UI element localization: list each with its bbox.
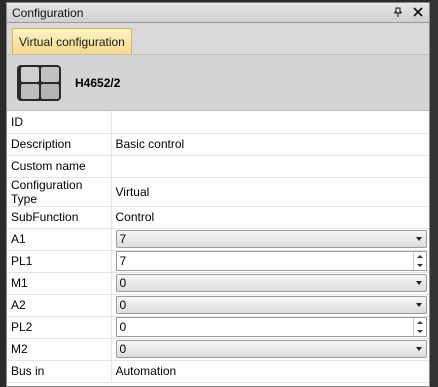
property-value-cell: 7: [111, 250, 429, 273]
property-value-cell: 0: [111, 316, 429, 339]
number-stepper[interactable]: 7: [115, 251, 427, 271]
dropdown-value: 7: [119, 232, 127, 246]
property-dropdown[interactable]: 0: [115, 340, 427, 358]
property-row: A1 7: [7, 228, 429, 251]
properties-table: ID Description Basic control Custom name Con…: [7, 111, 429, 383]
property-dropdown[interactable]: 7: [115, 230, 427, 248]
tab-strip: Virtual configuration: [7, 23, 429, 55]
side-border: [430, 0, 438, 387]
number-stepper[interactable]: 0: [115, 317, 427, 337]
property-key: PL2: [7, 316, 112, 339]
panel-titlebar: Configuration: [7, 3, 429, 23]
arrow-down-icon: [417, 264, 423, 267]
property-key: Configuration Type: [7, 177, 112, 207]
property-key: SubFunction: [7, 206, 112, 229]
property-key: M2: [7, 338, 112, 361]
panel-title: Configuration: [12, 5, 84, 20]
property-row: Bus in Automation: [7, 360, 429, 383]
arrow-down-icon: [417, 330, 423, 333]
property-value-cell: 0: [111, 294, 429, 317]
property-value[interactable]: Virtual: [111, 177, 429, 207]
property-value[interactable]: Automation: [111, 360, 429, 383]
stepper-value[interactable]: 0: [120, 320, 127, 334]
property-key: M1: [7, 272, 112, 295]
arrow-up-icon: [417, 321, 423, 324]
chevron-down-icon: [416, 303, 422, 307]
property-value-cell: 0: [111, 272, 429, 295]
property-value[interactable]: [111, 111, 429, 134]
property-key: Custom name: [7, 155, 112, 178]
dropdown-value: 0: [119, 342, 127, 356]
property-key: A1: [7, 228, 112, 251]
close-icon[interactable]: [411, 5, 425, 19]
property-row: PL1 7: [7, 250, 429, 273]
property-dropdown[interactable]: 0: [115, 296, 427, 314]
chevron-down-icon: [416, 281, 422, 285]
property-row: M1 0: [7, 272, 429, 295]
property-row: Description Basic control: [7, 133, 429, 156]
device-name: H4652/2: [75, 75, 121, 90]
device-header: H4652/2: [7, 55, 429, 111]
property-value-cell: 7: [111, 228, 429, 251]
keypad-device-icon: [17, 64, 61, 101]
dropdown-value: 0: [119, 298, 127, 312]
stepper-value[interactable]: 7: [120, 254, 127, 268]
stepper-buttons: [413, 318, 426, 336]
property-value[interactable]: [111, 155, 429, 178]
chevron-down-icon: [416, 347, 422, 351]
stepper-up-button[interactable]: [414, 252, 426, 261]
property-row: Configuration Type Virtual: [7, 177, 429, 207]
property-row: ID: [7, 111, 429, 134]
chevron-down-icon: [416, 237, 422, 241]
stepper-down-button[interactable]: [414, 261, 426, 270]
property-row: M2 0: [7, 338, 429, 361]
arrow-up-icon: [417, 255, 423, 258]
stepper-down-button[interactable]: [414, 327, 426, 336]
property-row: SubFunction Control: [7, 206, 429, 229]
configuration-panel: Configuration Virtual configuration H465…: [6, 2, 430, 387]
tab-virtual-configuration[interactable]: Virtual configuration: [12, 28, 132, 54]
stepper-up-button[interactable]: [414, 318, 426, 327]
property-key: Description: [7, 133, 112, 156]
property-row: A2 0: [7, 294, 429, 317]
property-value-cell: 0: [111, 338, 429, 361]
property-key: ID: [7, 111, 112, 134]
property-key: Bus in: [7, 360, 112, 383]
dropdown-value: 0: [119, 276, 127, 290]
property-value[interactable]: Basic control: [111, 133, 429, 156]
property-dropdown[interactable]: 0: [115, 274, 427, 292]
stepper-buttons: [413, 252, 426, 270]
property-value[interactable]: Control: [111, 206, 429, 229]
property-key: PL1: [7, 250, 112, 273]
property-key: A2: [7, 294, 112, 317]
property-row: Custom name: [7, 155, 429, 178]
property-row: PL2 0: [7, 316, 429, 339]
pin-icon[interactable]: [391, 5, 405, 19]
